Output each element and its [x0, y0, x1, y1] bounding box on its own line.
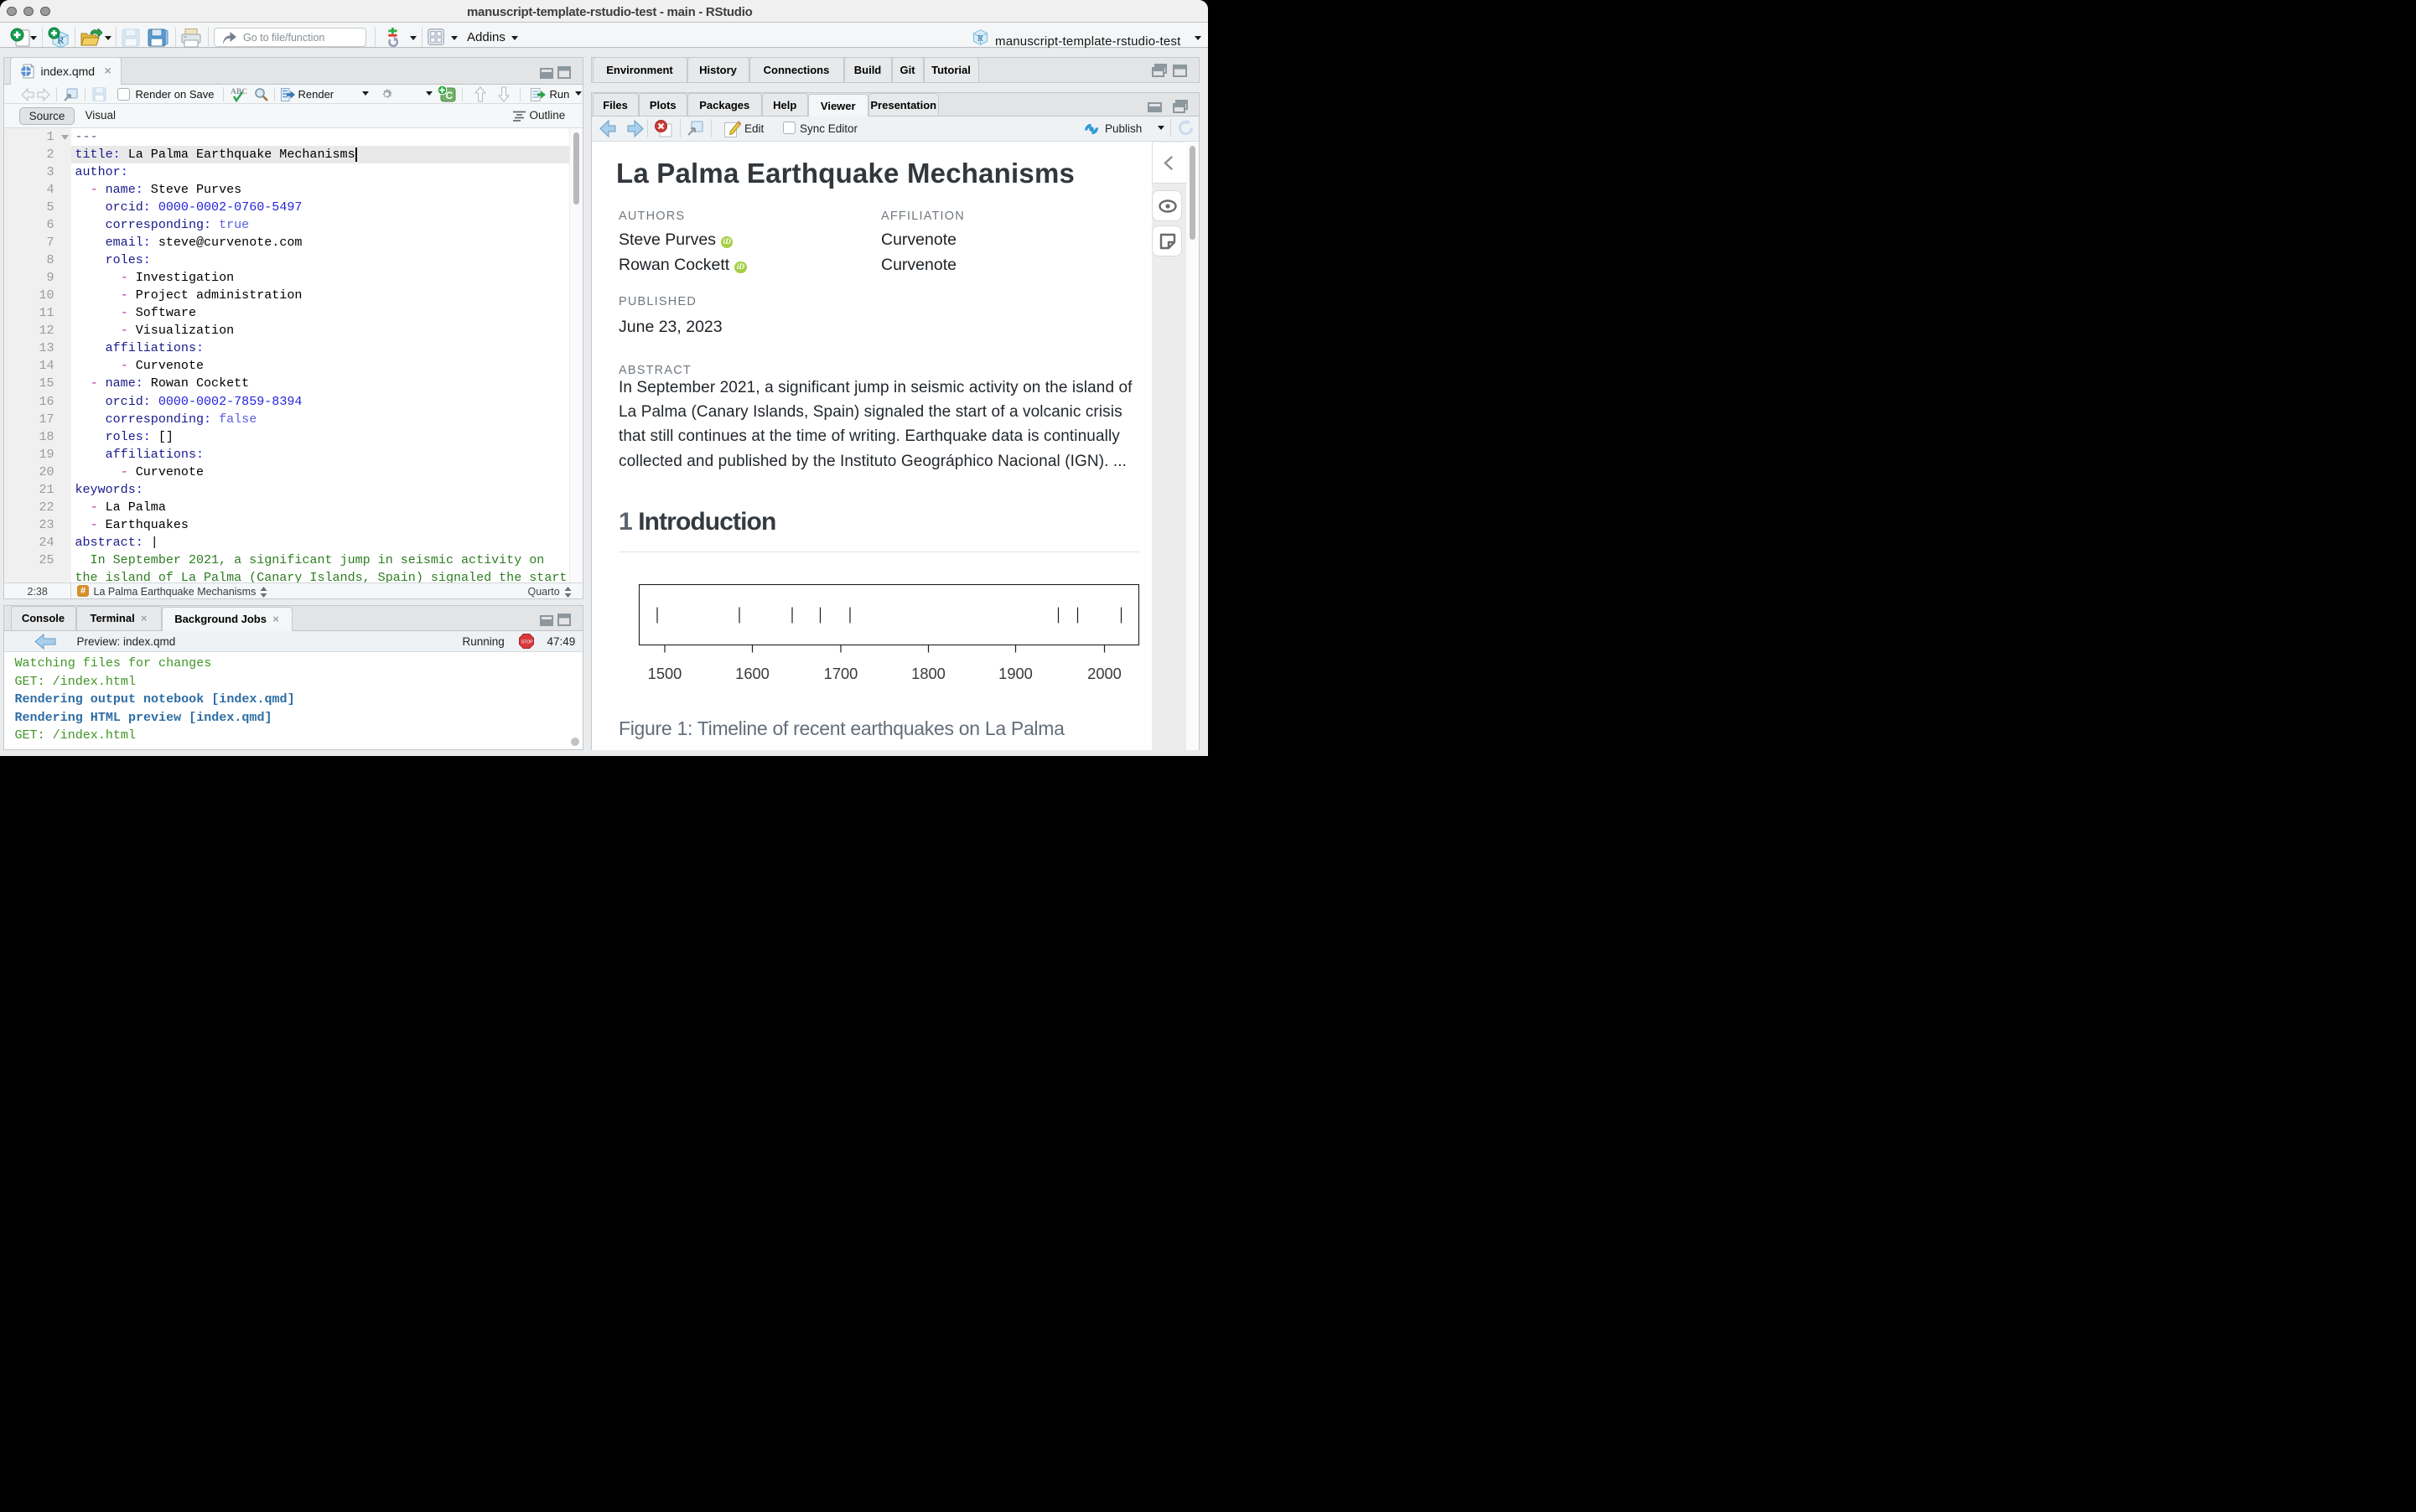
svg-text:R: R: [977, 34, 983, 44]
svg-text:STOP: STOP: [521, 640, 533, 645]
svg-text:1500: 1500: [648, 665, 682, 682]
svg-text:1800: 1800: [911, 665, 946, 682]
svg-text:1900: 1900: [998, 665, 1033, 682]
svg-text:2000: 2000: [1087, 665, 1122, 682]
svg-text:1700: 1700: [824, 665, 858, 682]
svg-text:1600: 1600: [735, 665, 770, 682]
